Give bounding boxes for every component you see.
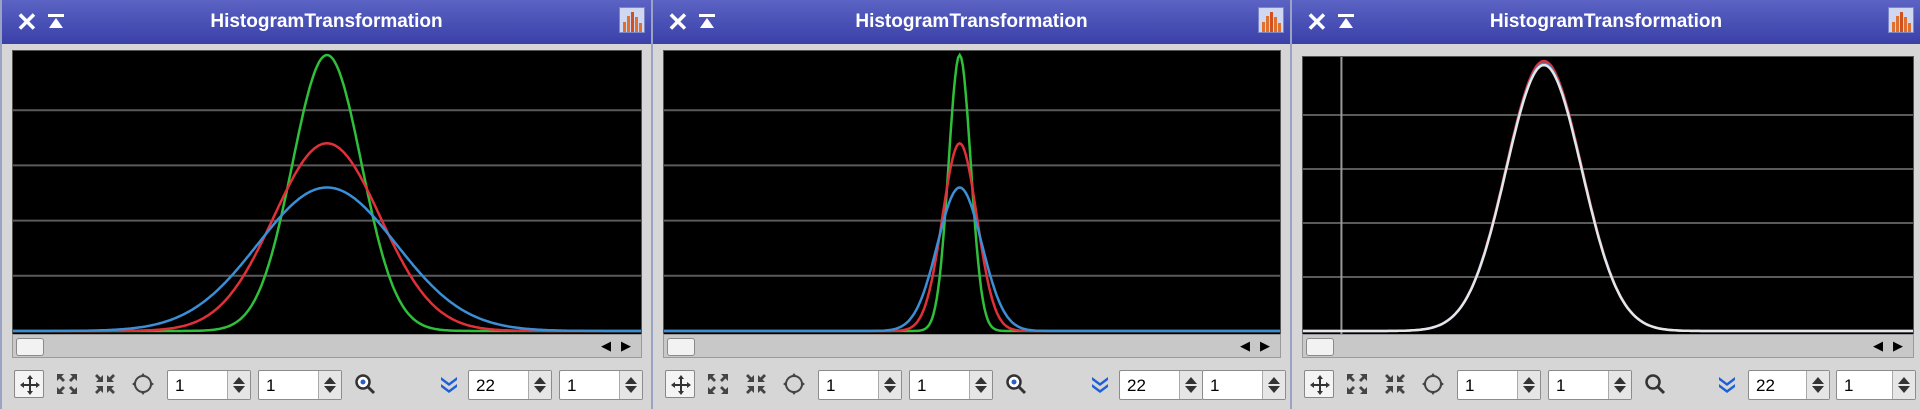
channel-spinbox[interactable]: 22 bbox=[468, 370, 552, 400]
histogram-plot[interactable] bbox=[1302, 56, 1914, 336]
green-histogram-curve bbox=[13, 53, 641, 333]
magnifier-icon bbox=[1645, 374, 1666, 395]
spin-buttons[interactable] bbox=[1179, 371, 1202, 399]
histogram-plot[interactable] bbox=[663, 50, 1281, 336]
toolbar: 1 1 22 1 bbox=[2, 364, 651, 404]
zoom-fit-button[interactable] bbox=[703, 370, 733, 398]
pan-icon bbox=[783, 373, 805, 395]
histogram-plot[interactable] bbox=[12, 50, 642, 336]
double-chevron-down-icon bbox=[1719, 377, 1735, 393]
blue-histogram-curve bbox=[1303, 62, 1913, 333]
magnifier-icon bbox=[1006, 374, 1027, 395]
histogram-app-icon bbox=[1258, 7, 1284, 33]
double-chevron-down-icon bbox=[1092, 377, 1108, 393]
zoom-button[interactable] bbox=[1001, 370, 1031, 398]
expand-icon bbox=[708, 374, 728, 394]
window-title: HistogramTransformation bbox=[855, 11, 1088, 32]
window-title: HistogramTransformation bbox=[210, 11, 443, 32]
edit-mode-button[interactable] bbox=[1304, 370, 1334, 398]
blue-histogram-curve bbox=[13, 186, 641, 333]
horizontal-zoom-spinbox[interactable]: 1 bbox=[167, 370, 251, 400]
spin-buttons[interactable] bbox=[1517, 371, 1540, 399]
histogram-window-1: ✕ HistogramTransformation ◀ ▶ 1 1 22 1 bbox=[0, 0, 651, 409]
scroll-left-icon[interactable]: ◀ bbox=[599, 337, 613, 355]
compress-icon bbox=[95, 374, 115, 394]
scroll-mode-button[interactable] bbox=[779, 370, 809, 398]
value-spinbox[interactable]: 1 bbox=[559, 370, 643, 400]
pan-icon bbox=[132, 373, 154, 395]
compress-icon bbox=[1385, 374, 1405, 394]
vertical-zoom-spinbox[interactable]: 1 bbox=[258, 370, 342, 400]
histogram-app-icon bbox=[1888, 7, 1914, 33]
pan-icon bbox=[1422, 373, 1444, 395]
horizontal-scrollbar[interactable]: ◀ ▶ bbox=[12, 334, 642, 358]
title-bar: ✕ HistogramTransformation bbox=[653, 0, 1290, 44]
spin-buttons[interactable] bbox=[1892, 371, 1915, 399]
zoom-button[interactable] bbox=[1640, 370, 1670, 398]
expand-icon bbox=[57, 374, 77, 394]
toolbar: 1 1 22 1 bbox=[653, 364, 1290, 404]
window-title: HistogramTransformation bbox=[1489, 11, 1723, 32]
compress-icon bbox=[746, 374, 766, 394]
horizontal-scrollbar[interactable]: ◀ ▶ bbox=[1302, 334, 1914, 358]
edit-mode-button[interactable] bbox=[14, 370, 44, 398]
scroll-right-icon[interactable]: ▶ bbox=[1891, 337, 1905, 355]
toolbar: 1 1 22 1 bbox=[1292, 364, 1920, 404]
crosshair-move-icon bbox=[20, 375, 40, 395]
zoom-button[interactable] bbox=[350, 370, 380, 398]
scrollbar-thumb[interactable] bbox=[1306, 338, 1334, 356]
spin-buttons[interactable] bbox=[1608, 371, 1631, 399]
red-histogram-curve bbox=[13, 142, 641, 333]
scroll-left-icon[interactable]: ◀ bbox=[1238, 337, 1252, 355]
magnifier-icon bbox=[355, 374, 376, 395]
spin-buttons[interactable] bbox=[969, 371, 992, 399]
zoom-fit-button[interactable] bbox=[1342, 370, 1372, 398]
zoom-fit-button[interactable] bbox=[52, 370, 82, 398]
double-chevron-down-icon bbox=[441, 377, 457, 393]
horizontal-zoom-spinbox[interactable]: 1 bbox=[818, 370, 902, 400]
horizontal-scrollbar[interactable]: ◀ ▶ bbox=[663, 334, 1281, 358]
red-histogram-curve bbox=[1303, 59, 1913, 333]
value-spinbox[interactable]: 1 bbox=[1202, 370, 1286, 400]
combined-histogram-curve bbox=[1303, 63, 1913, 333]
channel-down-button[interactable] bbox=[1712, 370, 1742, 398]
zoom-reset-button[interactable] bbox=[741, 370, 771, 398]
scrollbar-thumb[interactable] bbox=[16, 338, 44, 356]
spin-buttons[interactable] bbox=[318, 371, 341, 399]
horizontal-zoom-spinbox[interactable]: 1 bbox=[1457, 370, 1541, 400]
scroll-mode-button[interactable] bbox=[1418, 370, 1448, 398]
expand-icon bbox=[1347, 374, 1367, 394]
value-spinbox[interactable]: 1 bbox=[1836, 370, 1916, 400]
channel-spinbox[interactable]: 22 bbox=[1748, 370, 1830, 400]
zoom-reset-button[interactable] bbox=[90, 370, 120, 398]
histogram-app-icon bbox=[619, 7, 645, 33]
spin-buttons[interactable] bbox=[619, 371, 642, 399]
spin-buttons[interactable] bbox=[1806, 371, 1829, 399]
crosshair-move-icon bbox=[671, 375, 691, 395]
channel-down-button[interactable] bbox=[1085, 370, 1115, 398]
scroll-mode-button[interactable] bbox=[128, 370, 158, 398]
vertical-zoom-spinbox[interactable]: 1 bbox=[1548, 370, 1632, 400]
edit-mode-button[interactable] bbox=[665, 370, 695, 398]
blue-histogram-curve bbox=[664, 186, 1280, 333]
zoom-reset-button[interactable] bbox=[1380, 370, 1410, 398]
scroll-right-icon[interactable]: ▶ bbox=[1258, 337, 1272, 355]
spin-buttons[interactable] bbox=[878, 371, 901, 399]
crosshair-move-icon bbox=[1310, 375, 1330, 395]
scroll-left-icon[interactable]: ◀ bbox=[1871, 337, 1885, 355]
histogram-window-3: ✕ HistogramTransformation ◀ ▶ 1 1 22 1 bbox=[1290, 0, 1920, 409]
histogram-window-2: ✕ HistogramTransformation ◀ ▶ 1 1 22 1 bbox=[651, 0, 1290, 409]
scroll-right-icon[interactable]: ▶ bbox=[619, 337, 633, 355]
title-bar: ✕ HistogramTransformation bbox=[2, 0, 651, 44]
scrollbar-thumb[interactable] bbox=[667, 338, 695, 356]
vertical-zoom-spinbox[interactable]: 1 bbox=[909, 370, 993, 400]
spin-buttons[interactable] bbox=[1262, 371, 1285, 399]
spin-buttons[interactable] bbox=[227, 371, 250, 399]
channel-down-button[interactable] bbox=[434, 370, 464, 398]
channel-spinbox[interactable]: 22 bbox=[1119, 370, 1203, 400]
title-bar: ✕ HistogramTransformation bbox=[1292, 0, 1920, 44]
spin-buttons[interactable] bbox=[528, 371, 551, 399]
